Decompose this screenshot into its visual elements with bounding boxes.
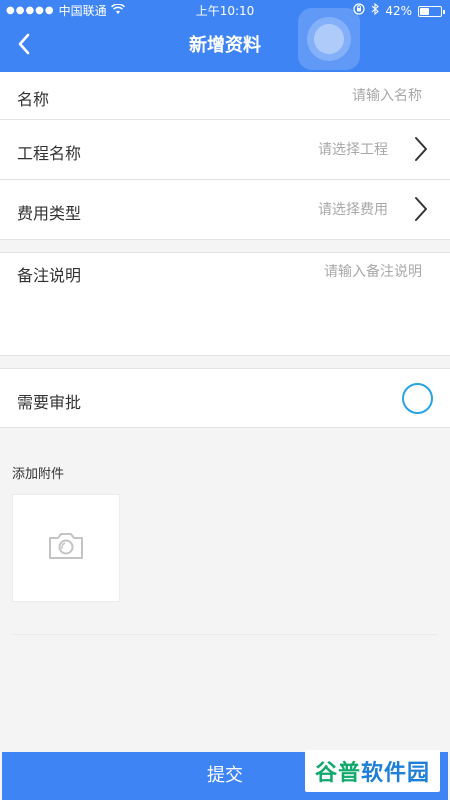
status-bar: ●●●●● 中国联通 上午10:10 42% [0,0,450,22]
remark-label: 备注说明 [17,266,82,285]
nav-bar: 新增资料 [0,8,450,70]
chevron-right-icon[interactable] [414,136,428,166]
assistive-touch-button[interactable] [298,8,360,70]
bluetooth-icon [371,0,380,22]
battery-icon [418,5,445,17]
remark-textarea[interactable]: 请输入备注说明 [324,261,422,281]
add-attachment-button[interactable] [12,494,120,602]
project-label: 工程名称 [17,144,82,163]
approval-toggle[interactable] [402,383,433,414]
name-input[interactable]: 请输入名称 [352,85,422,105]
remark-field-row[interactable]: 备注说明 请输入备注说明 [0,252,450,356]
attachment-label: 添加附件 [12,467,65,482]
page-title: 新增资料 [189,35,261,56]
battery-percent: 42% [385,4,412,18]
expense-type-placeholder: 请选择费用 [318,202,388,218]
chevron-right-icon[interactable] [414,196,428,226]
expense-type-label: 费用类型 [17,204,82,223]
top-bar: ●●●●● 中国联通 上午10:10 42% 新增资料 [0,0,450,72]
name-field-row[interactable]: 名称 请输入名称 [0,72,450,120]
project-placeholder: 请选择工程 [318,142,388,158]
name-label: 名称 [17,90,50,109]
camera-icon [47,531,85,565]
expense-type-select-row[interactable]: 费用类型 请选择费用 [0,180,450,240]
divider [12,634,438,635]
approval-label: 需要审批 [17,393,82,412]
project-select-row[interactable]: 工程名称 请选择工程 [0,120,450,180]
approval-row: 需要审批 [0,368,450,428]
watermark-text-b: 软件园 [361,761,431,786]
watermark-text-a: 谷普 [314,761,361,786]
watermark-logo: 谷普 软件园 [305,750,440,792]
